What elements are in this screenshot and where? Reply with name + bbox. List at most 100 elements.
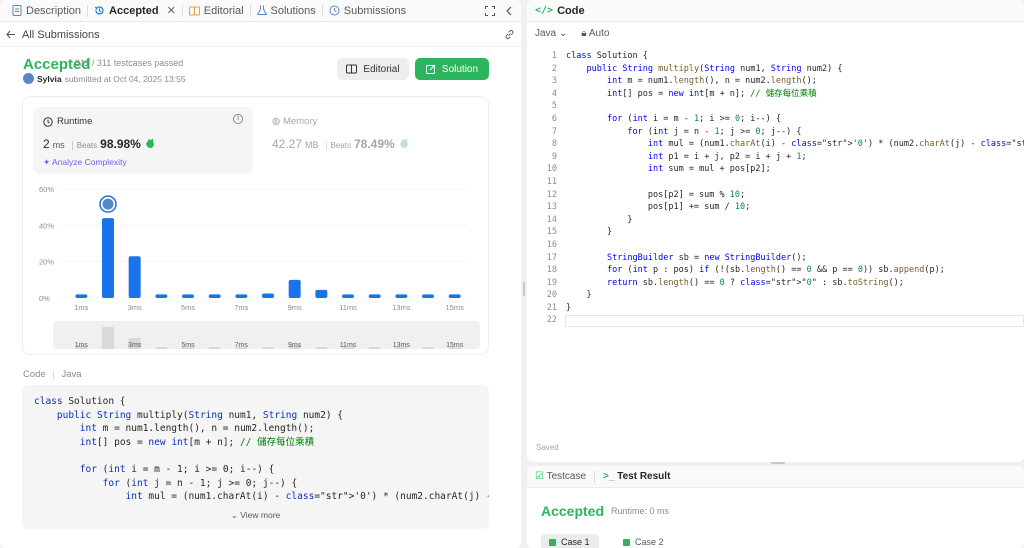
document-icon — [12, 5, 22, 16]
tab-solutions[interactable]: Solutions — [251, 0, 322, 22]
editor-area[interactable]: 1 2 3 4 5 6 7 8 9 10 11 12 13 14 15 16 17 18 19 20 21 22 clas… — [527, 48, 1024, 328]
app-root: Description Accepted ✕ Editorial Solutio… — [0, 0, 1024, 548]
code-preview-line: for (int j = n - 1; j >= 0; j--) { — [102, 477, 298, 489]
code-line[interactable]: for (int i = m - 1; i >= 0; i--) { — [566, 113, 1024, 126]
pass-dot-icon — [549, 538, 556, 546]
language-select[interactable]: Java ⌄ — [535, 28, 567, 39]
code-line[interactable] — [566, 239, 1024, 252]
range-navigator[interactable] — [53, 321, 480, 349]
close-icon[interactable]: ✕ — [167, 4, 176, 17]
chart-bar[interactable] — [155, 294, 168, 298]
solution-button-label: Solution — [441, 63, 479, 75]
navigator-bar — [155, 347, 168, 349]
chart-bar[interactable] — [395, 294, 408, 298]
flask-icon — [256, 5, 267, 16]
code-line[interactable]: } — [566, 214, 1024, 227]
all-submissions-link[interactable]: All Submissions — [22, 29, 100, 41]
editor-toolbar: Java ⌄ 🔒︎ Auto — [527, 22, 1024, 44]
tab-editorial[interactable]: Editorial — [183, 0, 250, 22]
code-line[interactable]: int m = num1.length(), n = num2.length()… — [566, 75, 1024, 88]
code-preview-line: for (int i = m - 1; i >= 0; i--) { — [79, 463, 275, 475]
chart-bar[interactable] — [235, 294, 248, 298]
checkbox-icon: ☑ — [535, 471, 544, 482]
code-preview-line: public String multiply(String num1, Stri… — [56, 409, 343, 421]
code-line[interactable] — [566, 100, 1024, 113]
code-line[interactable]: } — [566, 289, 1024, 302]
chevron-down-icon: ⌄ — [230, 510, 238, 520]
navigator-tick-label: 1ms — [75, 342, 89, 349]
chart-bar[interactable] — [75, 294, 88, 298]
code-line[interactable]: int[] pos = new int[m + n]; // 儲存每位乘積 — [566, 88, 1024, 101]
editor-code[interactable]: class Solution { public String multiply(… — [566, 50, 1024, 327]
code-preview-line: class Solution { — [34, 396, 126, 407]
chart-bar[interactable] — [208, 294, 221, 298]
x-tick-label: 5ms — [181, 303, 195, 312]
chart-bar[interactable] — [315, 289, 328, 298]
code-line[interactable]: int sum = mul + pos[p2]; — [566, 163, 1024, 176]
code-line[interactable]: pos[p1] += sum / 10; — [566, 201, 1024, 214]
navigator-bar — [262, 347, 274, 349]
tab-testcase[interactable]: ☑ Testcase — [535, 471, 586, 482]
editorial-button[interactable]: Editorial — [337, 58, 409, 80]
chart-bar[interactable] — [128, 256, 141, 298]
username[interactable]: Sylvia — [37, 74, 62, 84]
tab-accepted[interactable]: Accepted ✕ — [88, 0, 182, 22]
x-tick-label: 1ms — [74, 303, 88, 312]
tab-test-result[interactable]: >_ Test Result — [603, 471, 670, 482]
chart-bar[interactable] — [448, 294, 461, 298]
stats-card: Runtime i 2 ms Beats 98.98% ✦ Analyze Co… — [22, 96, 489, 355]
code-line[interactable]: } — [566, 226, 1024, 239]
code-line[interactable] — [566, 176, 1024, 189]
avatar[interactable] — [23, 73, 34, 84]
chart-bar[interactable] — [422, 294, 434, 298]
tab-submissions-label: Submissions — [343, 4, 407, 17]
editor-title[interactable]: Code — [557, 5, 585, 17]
code-line[interactable]: return sb.length() == 0 ? class="str">"0… — [566, 277, 1024, 290]
code-line[interactable]: for (int p : pos) if (!(sb.length() == 0… — [566, 264, 1024, 277]
left-panel: Description Accepted ✕ Editorial Solutio… — [0, 0, 521, 548]
auto-mode-label: Auto — [588, 27, 610, 39]
collapse-left-icon[interactable] — [505, 6, 513, 16]
code-line[interactable]: pos[p2] = sum % 10; — [566, 189, 1024, 202]
tab-editorial-label: Editorial — [203, 4, 244, 17]
code-line[interactable]: int mul = (num1.charAt(i) - class="str">… — [566, 138, 1024, 151]
navigator-tick-label: 9ms — [288, 342, 302, 349]
chart-bar[interactable] — [182, 294, 194, 298]
view-more-button[interactable]: ⌄ View more — [22, 510, 489, 521]
chart-bar[interactable] — [342, 294, 354, 298]
language-value: Java — [535, 27, 557, 39]
testcases-passed: 311 / 311 testcases passed — [75, 58, 184, 68]
code-preview-line: int mul = (num1.charAt(i) - class="str">… — [125, 491, 489, 503]
chart-bar[interactable] — [288, 279, 301, 298]
chart-bar[interactable] — [262, 293, 274, 298]
test-runtime: Runtime: 0 ms — [611, 506, 670, 516]
x-tick-label: 9ms — [288, 303, 302, 312]
code-line[interactable]: public String multiply(String num1, Stri… — [566, 63, 1024, 76]
case-1-tab[interactable]: Case 1 — [541, 534, 599, 548]
solution-button[interactable]: Solution — [415, 58, 489, 80]
case-2-tab[interactable]: Case 2 — [615, 534, 673, 548]
chevron-down-icon: ⌄ — [558, 27, 568, 39]
code-line[interactable]: for (int j = n - 1; j >= 0; j--) { — [566, 126, 1024, 139]
code-preview-text: class Solution { public String multiply(… — [34, 395, 489, 504]
x-tick-label: 7ms — [234, 303, 248, 312]
code-line[interactable]: StringBuilder sb = new StringBuilder(); — [566, 252, 1024, 265]
runtime-distribution-chart[interactable]: 0% 20% 40% 60% 1ms 3ms 5ms 7ms 9ms 11ms 13ms 15ms 1m… — [23, 97, 490, 356]
chart-bar[interactable] — [368, 294, 381, 298]
code-line[interactable]: int p1 = i + j, p2 = i + j + 1; — [566, 151, 1024, 164]
tab-submissions[interactable]: Submissions — [323, 0, 412, 22]
auto-mode[interactable]: 🔒︎ Auto — [581, 28, 609, 39]
navigator-bar — [208, 347, 221, 349]
tab-description-label: Description — [26, 4, 82, 17]
code-line[interactable]: } — [566, 302, 1024, 315]
arrow-left-icon[interactable] — [6, 30, 16, 39]
chart-bar[interactable] — [102, 218, 114, 298]
code-preview-line: int m = num1.length(), n = num2.length()… — [79, 423, 315, 435]
link-icon[interactable] — [504, 29, 515, 40]
fullscreen-icon[interactable] — [485, 5, 495, 16]
x-tick-label: 15ms — [445, 303, 464, 312]
code-line[interactable]: class Solution { — [566, 50, 1024, 63]
tab-description[interactable]: Description — [6, 0, 87, 22]
pass-dot-icon — [623, 538, 630, 546]
case-1-label: Case 1 — [561, 537, 590, 547]
